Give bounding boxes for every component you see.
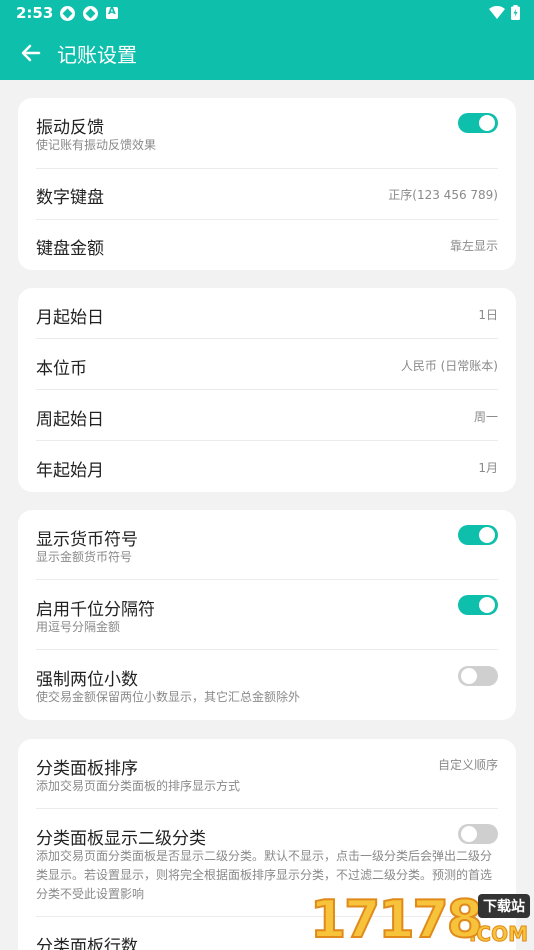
setting-currency-symbol[interactable]: 显示货币符号 显示金额货币符号 (36, 510, 498, 580)
setting-label: 显示货币符号 (36, 530, 138, 550)
wifi-icon (489, 6, 505, 19)
setting-label: 启用千位分隔符 (36, 600, 155, 620)
site-watermark: 17178 下载站 .COM (309, 888, 534, 950)
setting-label: 周起始日 (36, 410, 104, 430)
setting-value: 自定义顺序 (437, 758, 498, 772)
vibration-toggle[interactable] (458, 113, 498, 133)
setting-year-start[interactable]: 年起始月 1月 (36, 441, 498, 492)
setting-description: 使记账有振动反馈效果 (36, 138, 157, 152)
thousands-separator-toggle[interactable] (458, 595, 498, 615)
setting-vibration[interactable]: 振动反馈 使记账有振动反馈效果 (36, 98, 498, 169)
setting-value: 人民币 (日常账本) (400, 359, 498, 373)
setting-label: 分类面板显示二级分类 (36, 829, 206, 849)
setting-label: 强制两位小数 (36, 670, 138, 690)
setting-week-start[interactable]: 周起始日 周一 (36, 390, 498, 441)
setting-value: 1日 (478, 308, 498, 322)
setting-description: 使交易金额保留两位小数显示，其它汇总金额除外 (36, 690, 301, 704)
app-notification-icon (60, 6, 75, 21)
settings-card-input: 振动反馈 使记账有振动反馈效果 数字键盘 正序(123 456 789) 键盘金… (18, 98, 516, 270)
toggle-knob (479, 527, 495, 543)
setting-label: 月起始日 (36, 308, 104, 328)
status-time: 2:53 (16, 4, 54, 22)
back-arrow-icon[interactable] (18, 40, 44, 66)
setting-value: 靠左显示 (449, 239, 498, 253)
toggle-knob (461, 826, 477, 842)
setting-label: 分类面板排序 (36, 759, 138, 779)
watermark-tag: 下载站 (478, 894, 530, 918)
panel-subcategory-toggle[interactable] (458, 824, 498, 844)
setting-base-currency[interactable]: 本位币 人民币 (日常账本) (36, 339, 498, 390)
setting-description: 用逗号分隔金额 (36, 620, 121, 634)
settings-card-periods: 月起始日 1日 本位币 人民币 (日常账本) 周起始日 周一 年起始月 1月 (18, 288, 516, 492)
setting-label: 分类面板行数 (36, 937, 138, 950)
toggle-knob (461, 668, 477, 684)
a-notification-icon (106, 6, 118, 19)
setting-description: 显示金额货币符号 (36, 550, 133, 564)
battery-icon (511, 5, 520, 20)
setting-label: 键盘金额 (36, 239, 104, 259)
toggle-knob (479, 115, 495, 131)
setting-two-decimals[interactable]: 强制两位小数 使交易金额保留两位小数显示，其它汇总金额除外 (36, 650, 498, 720)
setting-label: 数字键盘 (36, 188, 104, 208)
currency-symbol-toggle[interactable] (458, 525, 498, 545)
setting-label: 年起始月 (36, 461, 104, 481)
two-decimals-toggle[interactable] (458, 666, 498, 686)
setting-keyboard-amount[interactable]: 键盘金额 靠左显示 (36, 220, 498, 270)
status-notification-icons (60, 6, 118, 21)
app-notification-icon (83, 6, 98, 21)
setting-value: 正序(123 456 789) (388, 188, 498, 202)
toggle-knob (479, 597, 495, 613)
setting-thousands-separator[interactable]: 启用千位分隔符 用逗号分隔金额 (36, 580, 498, 650)
setting-month-start[interactable]: 月起始日 1日 (36, 288, 498, 339)
watermark-number: 17178 (309, 889, 484, 950)
setting-value: 1月 (478, 461, 498, 475)
watermark-domain: .COM (468, 922, 528, 947)
setting-label: 本位币 (36, 359, 87, 379)
setting-description: 添加交易页面分类面板的排序显示方式 (36, 779, 241, 793)
settings-card-display: 显示货币符号 显示金额货币符号 启用千位分隔符 用逗号分隔金额 强制两位小数 使… (18, 510, 516, 720)
setting-label: 振动反馈 (36, 118, 104, 138)
setting-value: 周一 (473, 410, 498, 424)
app-bar: 记账设置 (0, 26, 534, 80)
status-system-icons (489, 5, 520, 20)
status-bar: 2:53 (0, 0, 534, 26)
setting-number-keyboard[interactable]: 数字键盘 正序(123 456 789) (36, 169, 498, 220)
page-title: 记账设置 (57, 43, 137, 67)
setting-panel-sort[interactable]: 分类面板排序 添加交易页面分类面板的排序显示方式 自定义顺序 (36, 739, 498, 809)
